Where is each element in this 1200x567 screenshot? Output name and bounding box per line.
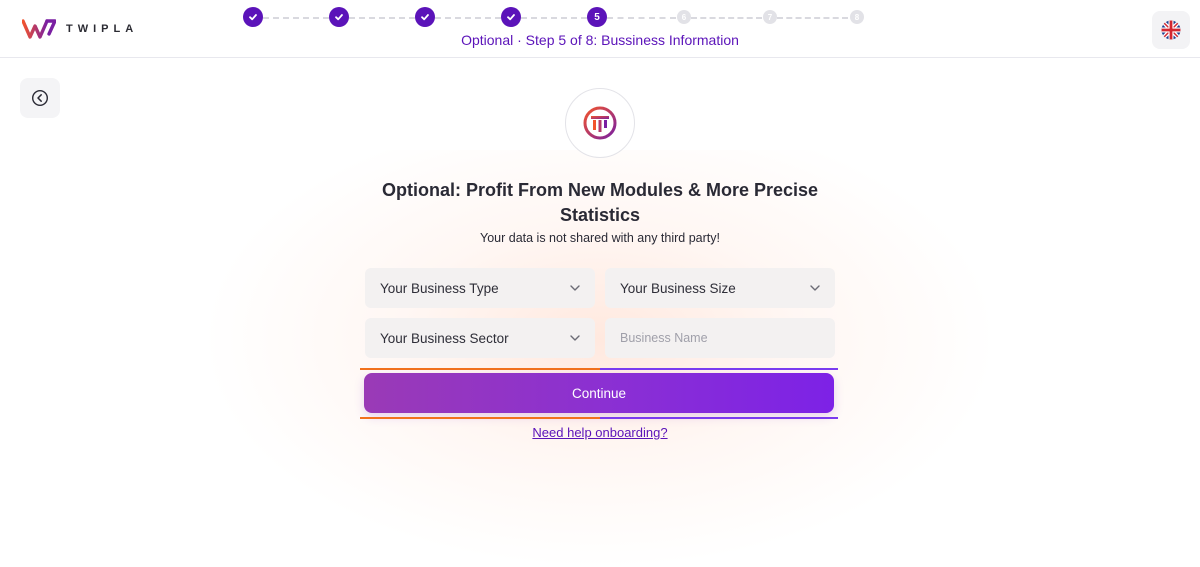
business-size-select[interactable]: Your Business Size: [605, 268, 835, 308]
step-connector: [691, 17, 762, 19]
chevron-down-icon: [570, 335, 580, 341]
chevron-down-icon: [810, 285, 820, 291]
step-connector: [435, 17, 501, 19]
business-name-input[interactable]: Business Name: [605, 318, 835, 358]
continue-button[interactable]: Continue: [364, 373, 834, 413]
step-6: 6: [677, 10, 691, 24]
step-5-current: 5: [587, 7, 607, 27]
step-caption: Optional · Step 5 of 8: Bussiness Inform…: [461, 32, 739, 48]
modules-badge: [565, 88, 635, 158]
top-header: TWIPLA 5 6 7 8 Optional · Step 5 of 8: B…: [0, 0, 1200, 58]
business-name-placeholder: Business Name: [620, 331, 708, 345]
step-4-complete: [501, 7, 521, 27]
step-3-complete: [415, 7, 435, 27]
back-button[interactable]: [20, 78, 60, 118]
step-connector: [777, 17, 848, 19]
step-8: 8: [850, 10, 864, 24]
check-icon: [507, 14, 515, 21]
chevron-down-icon: [570, 285, 580, 291]
uk-flag-icon: [1161, 20, 1181, 40]
business-sector-value: Your Business Sector: [380, 330, 509, 346]
step-1-complete: [243, 7, 263, 27]
step-connector: [607, 17, 676, 19]
continue-focus-ring: Continue: [360, 368, 838, 419]
step-connector: [349, 17, 415, 19]
step-connector: [521, 17, 587, 19]
check-icon: [335, 14, 343, 21]
check-icon: [249, 14, 257, 21]
privacy-note: Your data is not shared with any third p…: [480, 231, 720, 245]
business-sector-select[interactable]: Your Business Sector: [365, 318, 595, 358]
back-arrow-icon: [31, 89, 49, 107]
business-type-select[interactable]: Your Business Type: [365, 268, 595, 308]
step-2-complete: [329, 7, 349, 27]
page-title: Optional: Profit From New Modules & More…: [381, 180, 819, 225]
onboarding-stepper: 5 6 7 8: [243, 7, 883, 29]
modules-icon: [583, 106, 617, 140]
check-icon: [421, 14, 429, 21]
language-selector[interactable]: [1152, 11, 1190, 49]
step-7: 7: [763, 10, 777, 24]
business-type-value: Your Business Type: [380, 280, 499, 296]
step-connector: [263, 17, 329, 19]
business-size-value: Your Business Size: [620, 280, 736, 296]
help-onboarding-link[interactable]: Need help onboarding?: [450, 425, 750, 440]
